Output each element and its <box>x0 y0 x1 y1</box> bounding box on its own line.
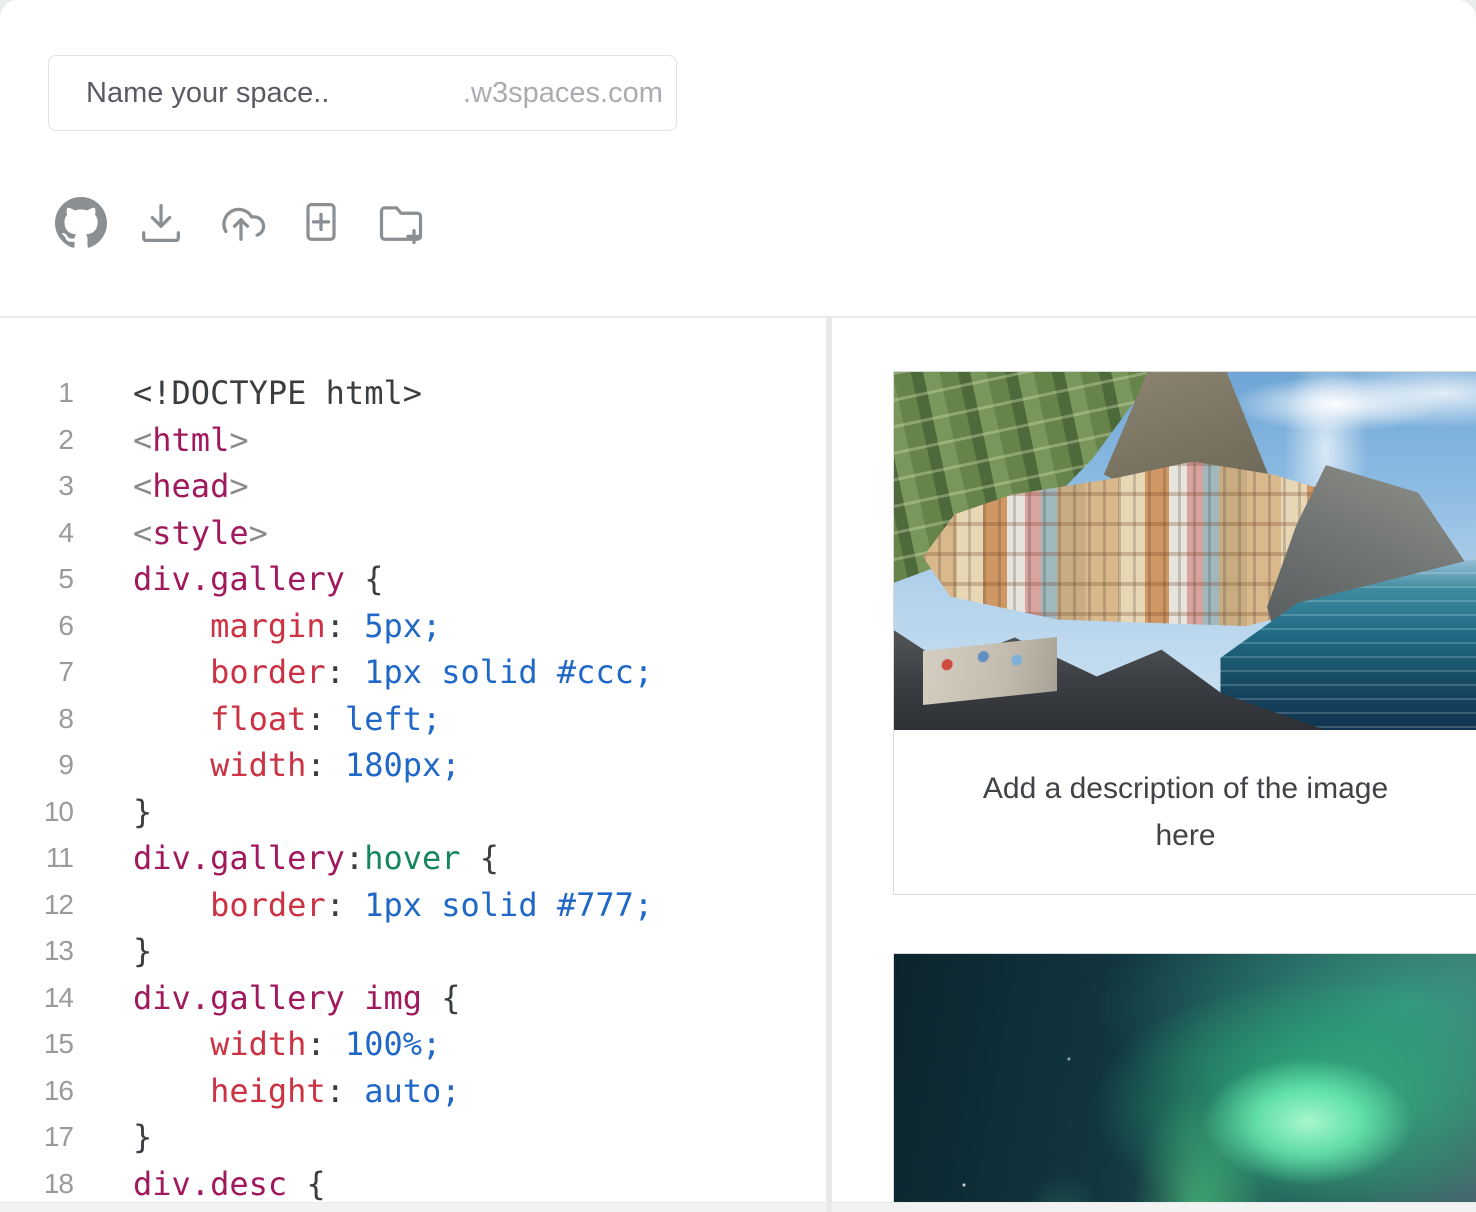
preview-pane: Add a description of the image here <box>832 318 1476 1212</box>
code-text: } <box>75 789 152 836</box>
line-number: 16 <box>0 1068 75 1115</box>
code-text: div.gallery:hover { <box>75 835 499 882</box>
line-number: 14 <box>0 975 75 1022</box>
line-number: 9 <box>0 742 75 789</box>
line-number: 12 <box>0 882 75 929</box>
code-line[interactable]: 8 float: left; <box>0 696 826 743</box>
code-text: float: left; <box>75 696 441 743</box>
code-text: margin: 5px; <box>75 603 441 650</box>
line-number: 17 <box>0 1114 75 1161</box>
code-line[interactable]: 9 width: 180px; <box>0 742 826 789</box>
cloud-upload-button[interactable] <box>214 198 268 252</box>
main-content: 1<!DOCTYPE html>2<html>3<head>4<style>5d… <box>0 318 1476 1212</box>
gallery-card-2 <box>893 953 1476 1212</box>
code-text: div.gallery { <box>75 556 383 603</box>
line-number: 10 <box>0 789 75 836</box>
download-icon <box>135 197 187 254</box>
header: .w3spaces.com <box>0 0 1476 318</box>
code-line[interactable]: 4<style> <box>0 510 826 557</box>
line-number: 7 <box>0 649 75 696</box>
code-text: height: auto; <box>75 1068 461 1115</box>
code-text: } <box>75 1114 152 1161</box>
code-line[interactable]: 16 height: auto; <box>0 1068 826 1115</box>
code-text: <html> <box>75 417 249 464</box>
github-icon <box>55 197 107 254</box>
line-number: 3 <box>0 463 75 510</box>
code-line[interactable]: 14div.gallery img { <box>0 975 826 1022</box>
code-text: } <box>75 928 152 975</box>
code-line[interactable]: 11div.gallery:hover { <box>0 835 826 882</box>
add-file-button[interactable] <box>294 198 348 252</box>
editor-horizontal-scrollbar[interactable] <box>0 1202 826 1212</box>
code-line[interactable]: 10} <box>0 789 826 836</box>
line-number: 8 <box>0 696 75 743</box>
code-line[interactable]: 2<html> <box>0 417 826 464</box>
line-number: 11 <box>0 835 75 882</box>
code-text: div.desc { <box>75 1161 326 1208</box>
line-number: 4 <box>0 510 75 557</box>
line-number: 2 <box>0 417 75 464</box>
code-line[interactable]: 12 border: 1px solid #777; <box>0 882 826 929</box>
code-editor-pane[interactable]: 1<!DOCTYPE html>2<html>3<head>4<style>5d… <box>0 318 832 1212</box>
line-number: 15 <box>0 1021 75 1068</box>
preview-horizontal-scrollbar[interactable] <box>832 1202 1476 1212</box>
github-button[interactable] <box>54 198 108 252</box>
code-text: border: 1px solid #777; <box>75 882 653 929</box>
code-line[interactable]: 3<head> <box>0 463 826 510</box>
cloud-upload-icon <box>215 197 267 254</box>
add-folder-button[interactable] <box>374 198 428 252</box>
line-number: 13 <box>0 928 75 975</box>
code-text: <style> <box>75 510 268 557</box>
line-number: 18 <box>0 1161 75 1208</box>
line-number: 6 <box>0 603 75 650</box>
code-line[interactable]: 15 width: 100%; <box>0 1021 826 1068</box>
code-line[interactable]: 1<!DOCTYPE html> <box>0 370 826 417</box>
code-lines[interactable]: 1<!DOCTYPE html>2<html>3<head>4<style>5d… <box>0 318 826 1207</box>
line-number: 5 <box>0 556 75 603</box>
toolbar <box>54 198 428 252</box>
code-line[interactable]: 17} <box>0 1114 826 1161</box>
space-name-input[interactable] <box>49 56 463 130</box>
add-file-icon <box>295 197 347 254</box>
code-text: width: 180px; <box>75 742 461 789</box>
coastal-village-photo <box>894 372 1476 730</box>
code-line[interactable]: 7 border: 1px solid #ccc; <box>0 649 826 696</box>
code-text: width: 100%; <box>75 1021 441 1068</box>
code-text: <head> <box>75 463 249 510</box>
aurora-borealis-photo <box>894 954 1476 1212</box>
gallery-card-1: Add a description of the image here <box>893 371 1476 895</box>
code-line[interactable]: 6 margin: 5px; <box>0 603 826 650</box>
line-number: 1 <box>0 370 75 417</box>
code-text: div.gallery img { <box>75 975 461 1022</box>
code-line[interactable]: 18div.desc { <box>0 1161 826 1208</box>
code-text: border: 1px solid #ccc; <box>75 649 653 696</box>
code-line[interactable]: 13} <box>0 928 826 975</box>
w3spaces-editor-window: .w3spaces.com <box>0 0 1476 1212</box>
download-button[interactable] <box>134 198 188 252</box>
space-name-field[interactable]: .w3spaces.com <box>48 55 677 131</box>
domain-suffix-label: .w3spaces.com <box>463 77 701 110</box>
add-folder-icon <box>375 197 427 254</box>
code-line[interactable]: 5div.gallery { <box>0 556 826 603</box>
image-description: Add a description of the image here <box>894 730 1476 894</box>
code-text: <!DOCTYPE html> <box>75 370 422 417</box>
